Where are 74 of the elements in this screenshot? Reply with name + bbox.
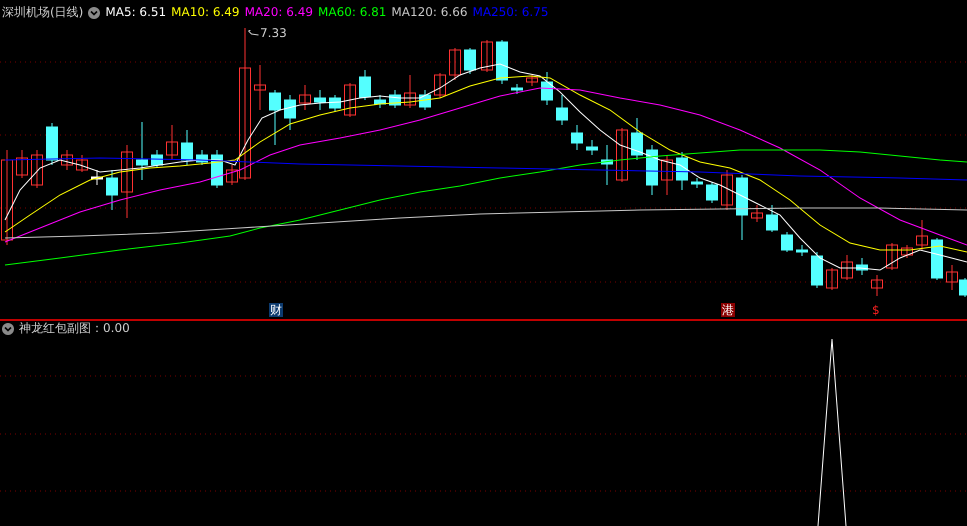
candlestick (616, 128, 628, 182)
candlestick (481, 40, 493, 72)
candlestick (841, 254, 853, 280)
indicator-title: 神龙红包副图：0.00 (19, 321, 130, 336)
candlestick (76, 154, 88, 172)
candlestick (449, 48, 461, 80)
candlestick (374, 94, 386, 108)
candlestick (254, 64, 266, 110)
candlestick (646, 144, 658, 196)
candlestick (46, 122, 58, 166)
candlestick (16, 150, 28, 178)
event-marker[interactable]: $ (871, 303, 881, 317)
candlestick (329, 94, 341, 112)
candlestick (736, 174, 748, 240)
candlestick (404, 74, 416, 108)
candlestick (269, 90, 281, 146)
candlestick (601, 144, 613, 186)
candlestick (901, 244, 913, 258)
candlestick (571, 124, 583, 150)
candlestick (556, 94, 568, 126)
candlestick (91, 170, 103, 186)
candlestick (389, 90, 401, 108)
candlestick (511, 84, 523, 94)
chart-title: 深圳机场(日线) (2, 5, 84, 20)
candlestick (299, 84, 311, 110)
candlestick (496, 40, 508, 84)
candlestick (916, 220, 928, 250)
moving-average-value: MA120: 6.66 (391, 5, 468, 20)
candlestick (344, 82, 356, 118)
collapse-toggle-icon[interactable] (88, 6, 100, 18)
candlestick (631, 118, 643, 160)
moving-average-value: MA20: 6.49 (244, 5, 313, 20)
event-marker[interactable]: 港 (721, 303, 735, 317)
candlestick (781, 232, 793, 252)
candlestick (706, 182, 718, 204)
moving-average-value: MA5: 6.51 (105, 5, 166, 20)
moving-average-value: MA10: 6.49 (171, 5, 240, 20)
candlestick (136, 122, 148, 180)
candlestick (464, 48, 476, 74)
candlestick (931, 238, 943, 280)
candlestick (541, 72, 553, 106)
candlestick (211, 150, 223, 188)
candlestick (751, 204, 763, 222)
high-price-label: 7.33 (260, 25, 287, 42)
candlestick (284, 94, 296, 130)
candlestick (826, 268, 838, 290)
candlestick (526, 74, 538, 86)
candlestick (676, 152, 688, 190)
candlestick (796, 244, 808, 256)
candlestick (856, 258, 868, 276)
candlestick (31, 150, 43, 188)
candlestick (871, 274, 883, 296)
event-marker[interactable]: 财 (269, 303, 283, 317)
candlestick (181, 130, 193, 166)
candlestick (766, 204, 778, 232)
leader-line (248, 30, 259, 36)
candlestick (151, 150, 163, 168)
candlestick (886, 242, 898, 270)
moving-average-value: MA60: 6.81 (318, 5, 386, 20)
candlestick (61, 150, 73, 170)
candlestick (359, 70, 371, 100)
candlestick (691, 178, 703, 188)
candlestick (196, 150, 208, 166)
candlestick (661, 154, 673, 196)
candlestick (166, 124, 178, 160)
candlestick (419, 90, 431, 110)
moving-average-value: MA250: 6.75 (472, 5, 549, 20)
candlestick (106, 170, 118, 210)
candlestick (434, 72, 446, 98)
candlestick (721, 170, 733, 210)
collapse-toggle-icon[interactable] (2, 322, 14, 334)
candlestick (586, 140, 598, 156)
candlestick (811, 252, 823, 288)
candlestick (314, 90, 326, 110)
